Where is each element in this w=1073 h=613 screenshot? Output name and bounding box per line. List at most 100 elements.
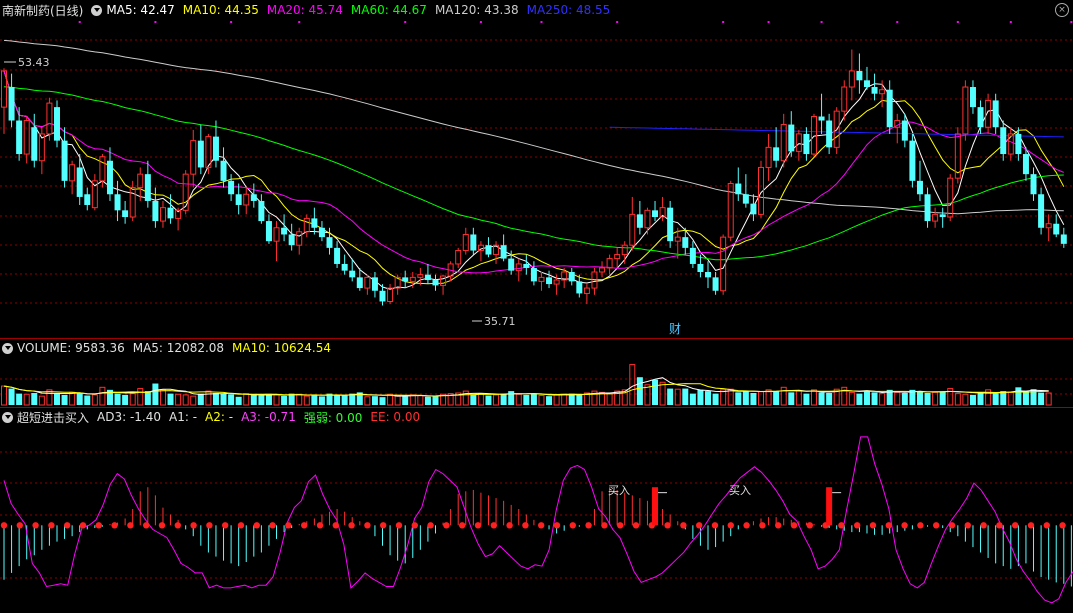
candle-body xyxy=(167,207,174,219)
zero-line-dot xyxy=(664,522,671,529)
volume-bar xyxy=(546,396,553,405)
candle-body xyxy=(788,124,795,152)
zero-line-dot xyxy=(1027,522,1035,529)
volume-bar xyxy=(1000,391,1007,405)
volume-bar xyxy=(629,364,636,406)
candle-body xyxy=(122,210,129,218)
zero-line-dot xyxy=(190,522,197,529)
candle-body xyxy=(1022,154,1029,175)
candle-body xyxy=(848,70,855,88)
candle-body xyxy=(682,237,689,248)
volume-bar xyxy=(182,394,189,406)
candle xyxy=(311,207,318,235)
candle xyxy=(705,261,712,289)
volume-bar xyxy=(91,394,98,406)
volume-bar xyxy=(742,391,749,405)
volume-pane[interactable]: VOLUME: 9583.36 MA5: 12082.08 MA10: 1062… xyxy=(0,339,1073,407)
zero-line-dot xyxy=(569,522,576,529)
candle-body xyxy=(780,124,787,162)
candle-body xyxy=(334,247,341,264)
candle-body xyxy=(939,214,946,218)
candle-body xyxy=(288,234,295,246)
zero-line-dot xyxy=(711,522,719,529)
volume-bar xyxy=(273,394,280,406)
candle xyxy=(402,270,409,289)
zero-line-dot xyxy=(111,522,118,529)
candle xyxy=(477,241,484,262)
volume-bar xyxy=(962,393,969,406)
zero-line-dot xyxy=(443,522,450,529)
candle xyxy=(341,254,348,275)
candle xyxy=(364,274,371,295)
candle-body xyxy=(258,200,265,222)
candle-body xyxy=(583,287,590,294)
candle-body xyxy=(356,277,363,289)
marker-dot xyxy=(896,21,899,23)
zero-line-dot xyxy=(601,522,608,529)
candle-body xyxy=(409,276,416,282)
candle-body xyxy=(228,180,235,195)
candle xyxy=(167,194,174,224)
volume-bar xyxy=(197,393,204,405)
candle-body xyxy=(735,183,742,195)
zero-line-dot xyxy=(854,522,861,529)
volume-chart[interactable] xyxy=(0,339,1073,407)
zero-line-dot xyxy=(996,522,1003,529)
volume-bar xyxy=(977,393,984,405)
candle-body xyxy=(947,177,954,218)
candle xyxy=(735,167,742,201)
volume-bar xyxy=(167,393,174,405)
candle-body xyxy=(23,120,30,155)
candle-body xyxy=(818,116,825,121)
volume-bar xyxy=(470,394,477,405)
candle xyxy=(773,127,780,168)
marker-dot xyxy=(820,21,823,23)
zero-line-dot xyxy=(48,522,55,529)
candle xyxy=(712,272,719,295)
candle-body xyxy=(8,87,15,121)
volume-bar xyxy=(114,393,121,405)
candle xyxy=(1000,120,1007,161)
marker-dot xyxy=(956,21,959,23)
volume-bar xyxy=(727,388,734,406)
volume-bar xyxy=(1045,392,1052,406)
candle-body xyxy=(515,263,522,272)
zero-line-dot xyxy=(174,522,181,529)
candle-body xyxy=(705,272,712,278)
volume-bar xyxy=(243,393,250,406)
zero-line-dot xyxy=(538,522,545,529)
zero-line-dot xyxy=(632,522,640,529)
zero-line-dot xyxy=(553,522,561,529)
candle-body xyxy=(16,120,23,155)
zero-line-dot xyxy=(901,522,908,529)
candle xyxy=(8,73,15,128)
price-pane[interactable]: 南新制药(日线) MA5: 42.47 MA10: 44.35 MA20: 45… xyxy=(0,0,1073,338)
finance-marker[interactable]: 财 xyxy=(669,322,681,336)
candlestick-chart[interactable]: 53.43 35.71 财 xyxy=(0,0,1073,338)
volume-bar xyxy=(500,393,507,405)
candle-body xyxy=(523,263,530,268)
volume-bar xyxy=(939,391,946,405)
zero-line-dot xyxy=(95,522,103,529)
candle-body xyxy=(84,194,91,205)
zero-line-dot xyxy=(411,522,418,529)
indicator-chart[interactable]: 买入 买入 xyxy=(0,408,1073,613)
zero-line-dot xyxy=(380,522,387,529)
candle-body xyxy=(803,133,810,155)
candle-body xyxy=(969,87,976,108)
volume-bar xyxy=(258,395,265,405)
candle xyxy=(939,207,946,228)
marker-dot xyxy=(767,21,770,23)
candle-body xyxy=(402,277,409,282)
candle-body xyxy=(992,100,999,128)
candle-body xyxy=(243,193,250,206)
candle-body xyxy=(349,270,356,278)
zero-line-dot xyxy=(585,522,592,529)
candle xyxy=(871,73,878,101)
candle xyxy=(644,207,651,235)
volume-bar xyxy=(190,395,197,406)
candle xyxy=(954,127,961,184)
indicator-pane[interactable]: 超短进击买入 AD3: -1.40 A1: - A2: - A3: -0.71 … xyxy=(0,408,1073,613)
volume-bar xyxy=(122,394,129,405)
volume-bar xyxy=(432,395,439,405)
